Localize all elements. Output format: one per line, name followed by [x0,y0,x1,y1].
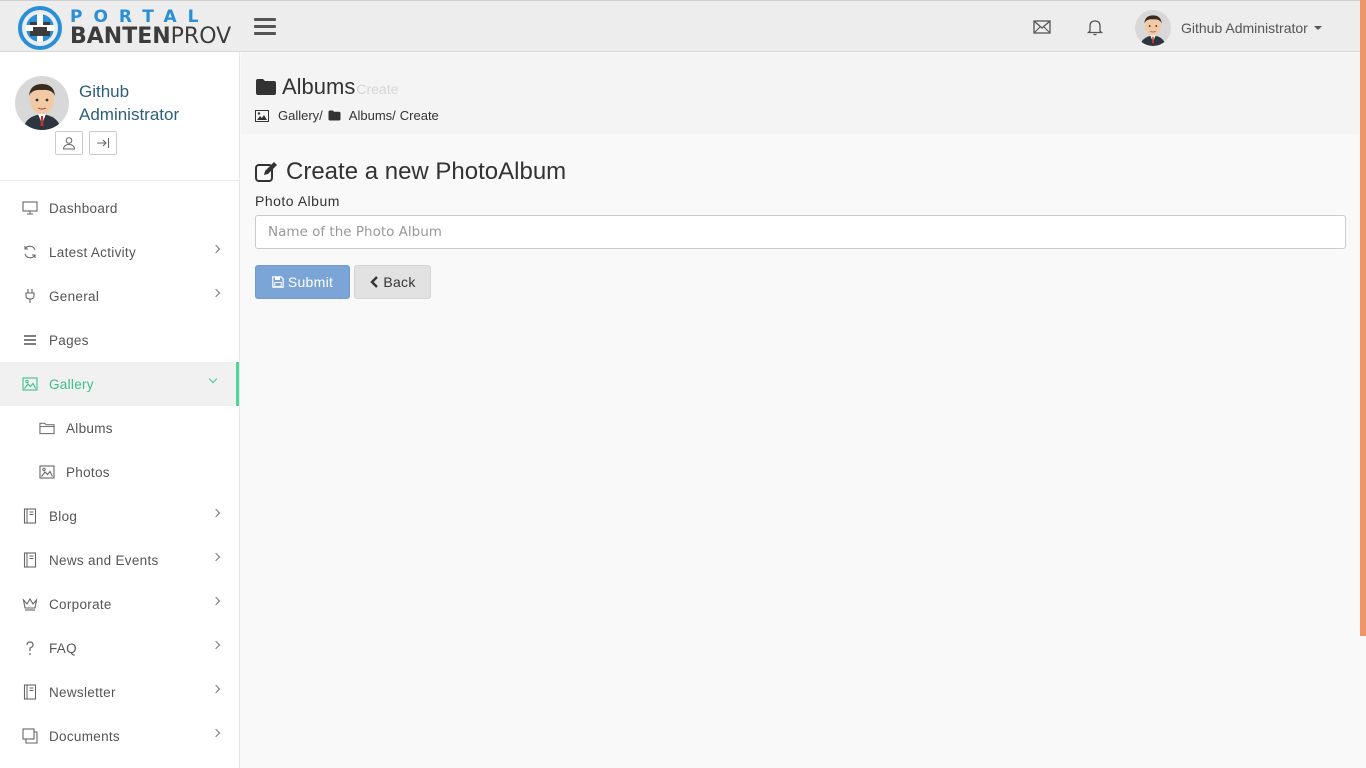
chevron-left-icon [370,276,379,288]
breadcrumb-gallery[interactable]: Gallery/ [278,108,323,123]
monitor-icon [22,200,38,216]
page-title: Albums Create [255,74,398,100]
back-label: Back [383,274,416,290]
notebook-icon [22,684,38,700]
caret-down-icon [1313,26,1322,30]
notebook-icon [22,508,38,524]
logo-emblem-icon [18,6,62,50]
notebook-icon [22,552,38,568]
folder-icon [39,420,55,436]
sidebar-item-news-and-events[interactable]: News and Events [0,538,239,582]
chevron-right-icon [211,728,221,738]
picture-icon [22,376,38,392]
sidebar-item-latest-activity[interactable]: Latest Activity [0,230,239,274]
sidebar-profile: Github Administrator [0,52,239,181]
page-subtitle: Create [356,81,399,97]
chevron-right-icon [211,288,221,298]
chevron-right-icon [211,508,221,518]
user-menu[interactable]: Github Administrator [1135,10,1322,46]
logout-button[interactable] [89,131,117,155]
user-icon [62,137,76,150]
breadcrumb: Gallery/ Albums/ Create [255,108,439,123]
form-title: Create a new PhotoAlbum [255,158,1347,186]
chevron-right-icon [211,552,221,562]
top-navbar: PORTAL BANTENPROV Github Administrator [0,0,1366,52]
sidebar-item-photos[interactable]: Photos [0,450,239,494]
profile-button[interactable] [55,131,83,155]
envelope-icon[interactable] [1032,17,1052,37]
sidebar-menu: Dashboard Latest Activity General Pages Gall… [0,186,239,758]
scrollbar[interactable] [1360,0,1366,636]
bell-icon[interactable] [1085,17,1105,37]
page-title-text: Albums [282,74,356,99]
chevron-down-icon [208,374,218,384]
sidebar-item-label: Newsletter [49,684,116,700]
sidebar-item-label: FAQ [49,640,77,656]
back-button[interactable]: Back [354,265,431,299]
profile-name: Github Administrator [79,82,180,124]
refresh-icon [22,244,38,260]
sidebar-item-blog[interactable]: Blog [0,494,239,538]
page-header: Albums Create Gallery/ Albums/ Create [241,53,1360,134]
logout-icon [97,138,110,148]
folder-icon [328,110,341,121]
sidebar-item-label: News and Events [49,552,159,568]
sidebar-item-label: Latest Activity [49,244,137,260]
submit-button[interactable]: Submit [255,265,350,299]
portal-logo[interactable]: PORTAL BANTENPROV [18,6,231,50]
logo-text-bold: BANTEN [70,24,171,49]
save-icon [272,276,284,288]
list-icon [22,332,38,348]
photo-album-label: Photo Album [255,193,340,209]
crown-icon [22,596,38,612]
document-icon [22,728,38,744]
form-actions: Submit Back [255,265,1347,299]
sidebar-item-pages[interactable]: Pages [0,318,239,362]
sidebar-item-label: Photos [66,464,110,480]
question-icon [22,640,38,656]
picture-icon [255,109,269,122]
sidebar-item-label: Pages [49,332,89,348]
sidebar-item-label: General [49,288,100,304]
submit-label: Submit [287,274,334,290]
sidebar-item-faq[interactable]: FAQ [0,626,239,670]
chevron-right-icon [211,640,221,650]
sidebar-item-label: Documents [49,728,120,744]
main-content: Create a new PhotoAlbum Photo Album Subm… [255,140,1347,299]
plug-icon [22,288,38,304]
sidebar-item-label: Albums [66,420,113,436]
user-name: Github Administrator [1181,20,1308,36]
breadcrumb-albums[interactable]: Albums/ [349,108,396,123]
sidebar: Github Administrator Dashboard Latest Act… [0,52,240,768]
sidebar-item-newsletter[interactable]: Newsletter [0,670,239,714]
menu-toggle-icon[interactable] [254,18,276,36]
edit-icon [255,162,277,182]
chevron-right-icon [211,596,221,606]
sidebar-item-general[interactable]: General [0,274,239,318]
sidebar-item-documents[interactable]: Documents [0,714,239,758]
sidebar-item-label: Corporate [49,596,112,612]
form-title-text: Create a new PhotoAlbum [286,158,567,185]
photo-album-input[interactable] [255,215,1346,249]
sidebar-item-label: Gallery [49,376,94,392]
sidebar-item-dashboard[interactable]: Dashboard [0,186,239,230]
sidebar-item-albums[interactable]: Albums [0,406,239,450]
folder-icon [256,79,276,95]
picture-icon [39,464,55,480]
sidebar-item-label: Blog [49,508,78,524]
sidebar-item-label: Dashboard [49,200,118,216]
breadcrumb-create: Create [399,108,439,123]
avatar [1135,10,1171,46]
chevron-right-icon [211,244,221,254]
chevron-right-icon [211,684,221,694]
logo-text-light: PROV [170,24,232,49]
sidebar-item-corporate[interactable]: Corporate [0,582,239,626]
sidebar-item-gallery[interactable]: Gallery [0,362,239,406]
avatar [15,76,69,130]
